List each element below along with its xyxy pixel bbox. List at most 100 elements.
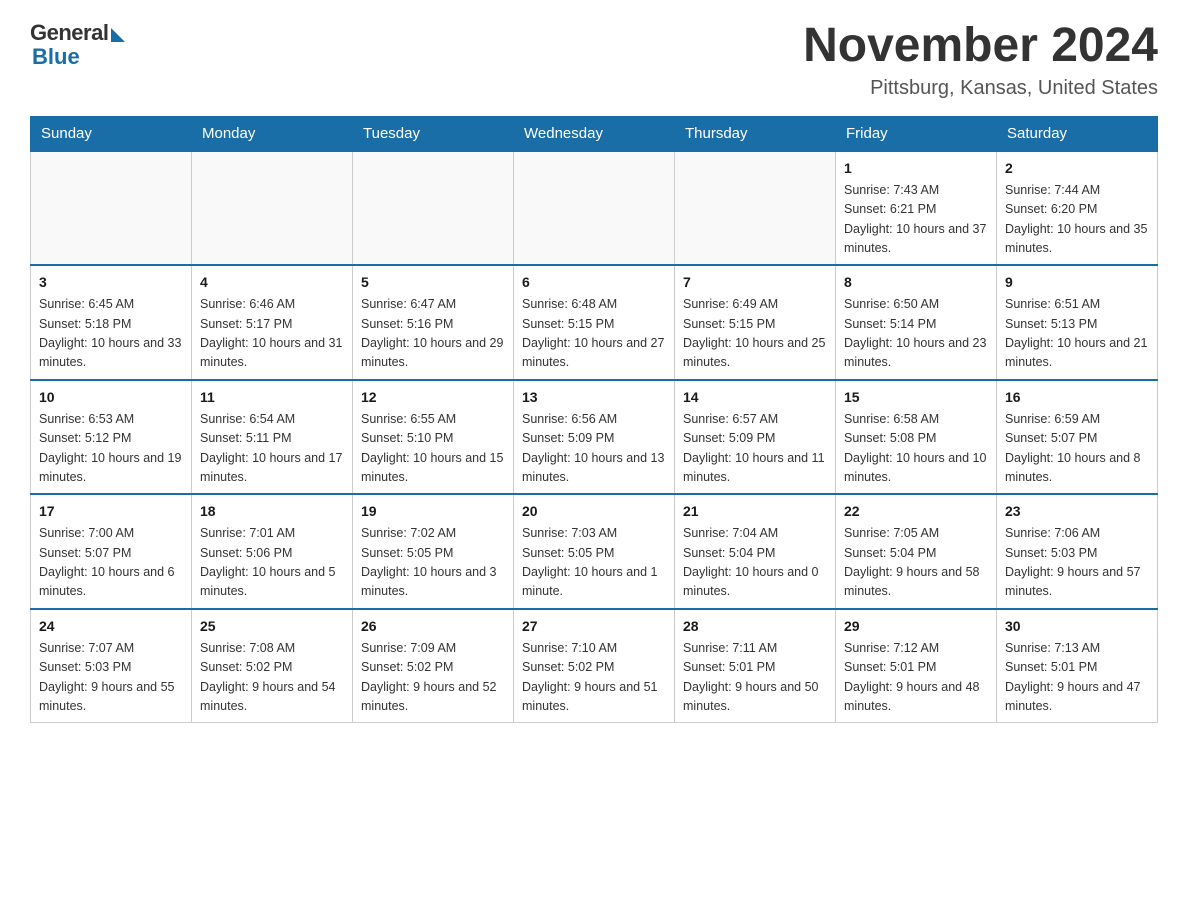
- day-info: Sunrise: 6:58 AM Sunset: 5:08 PM Dayligh…: [844, 410, 988, 488]
- day-number: 9: [1005, 272, 1149, 293]
- day-number: 1: [844, 158, 988, 179]
- day-info: Sunrise: 7:08 AM Sunset: 5:02 PM Dayligh…: [200, 639, 344, 717]
- day-of-week-header: Saturday: [997, 116, 1158, 151]
- calendar-cell: [353, 151, 514, 266]
- day-number: 19: [361, 501, 505, 522]
- day-of-week-header: Thursday: [675, 116, 836, 151]
- day-info: Sunrise: 6:45 AM Sunset: 5:18 PM Dayligh…: [39, 295, 183, 373]
- day-number: 17: [39, 501, 183, 522]
- calendar-cell: 22Sunrise: 7:05 AM Sunset: 5:04 PM Dayli…: [836, 494, 997, 609]
- day-of-week-header: Friday: [836, 116, 997, 151]
- calendar-cell: 18Sunrise: 7:01 AM Sunset: 5:06 PM Dayli…: [192, 494, 353, 609]
- day-info: Sunrise: 7:10 AM Sunset: 5:02 PM Dayligh…: [522, 639, 666, 717]
- calendar-week-row: 1Sunrise: 7:43 AM Sunset: 6:21 PM Daylig…: [31, 151, 1158, 266]
- day-info: Sunrise: 6:56 AM Sunset: 5:09 PM Dayligh…: [522, 410, 666, 488]
- day-of-week-header: Monday: [192, 116, 353, 151]
- calendar-cell: 15Sunrise: 6:58 AM Sunset: 5:08 PM Dayli…: [836, 380, 997, 495]
- calendar-cell: [675, 151, 836, 266]
- calendar-week-row: 10Sunrise: 6:53 AM Sunset: 5:12 PM Dayli…: [31, 380, 1158, 495]
- calendar-cell: 19Sunrise: 7:02 AM Sunset: 5:05 PM Dayli…: [353, 494, 514, 609]
- day-number: 11: [200, 387, 344, 408]
- day-info: Sunrise: 6:53 AM Sunset: 5:12 PM Dayligh…: [39, 410, 183, 488]
- day-number: 20: [522, 501, 666, 522]
- day-info: Sunrise: 6:59 AM Sunset: 5:07 PM Dayligh…: [1005, 410, 1149, 488]
- day-info: Sunrise: 7:00 AM Sunset: 5:07 PM Dayligh…: [39, 524, 183, 602]
- calendar-cell: 24Sunrise: 7:07 AM Sunset: 5:03 PM Dayli…: [31, 609, 192, 723]
- calendar-cell: [192, 151, 353, 266]
- calendar-cell: 10Sunrise: 6:53 AM Sunset: 5:12 PM Dayli…: [31, 380, 192, 495]
- day-info: Sunrise: 7:02 AM Sunset: 5:05 PM Dayligh…: [361, 524, 505, 602]
- calendar-cell: 16Sunrise: 6:59 AM Sunset: 5:07 PM Dayli…: [997, 380, 1158, 495]
- calendar-cell: 12Sunrise: 6:55 AM Sunset: 5:10 PM Dayli…: [353, 380, 514, 495]
- calendar-cell: 8Sunrise: 6:50 AM Sunset: 5:14 PM Daylig…: [836, 265, 997, 380]
- day-number: 15: [844, 387, 988, 408]
- day-number: 6: [522, 272, 666, 293]
- day-number: 16: [1005, 387, 1149, 408]
- days-of-week-row: SundayMondayTuesdayWednesdayThursdayFrid…: [31, 116, 1158, 151]
- day-number: 28: [683, 616, 827, 637]
- day-number: 2: [1005, 158, 1149, 179]
- day-number: 21: [683, 501, 827, 522]
- logo-general-text: General: [30, 20, 108, 46]
- day-info: Sunrise: 6:54 AM Sunset: 5:11 PM Dayligh…: [200, 410, 344, 488]
- day-info: Sunrise: 6:57 AM Sunset: 5:09 PM Dayligh…: [683, 410, 827, 488]
- day-info: Sunrise: 6:47 AM Sunset: 5:16 PM Dayligh…: [361, 295, 505, 373]
- calendar-body: 1Sunrise: 7:43 AM Sunset: 6:21 PM Daylig…: [31, 151, 1158, 723]
- day-number: 14: [683, 387, 827, 408]
- calendar-cell: 4Sunrise: 6:46 AM Sunset: 5:17 PM Daylig…: [192, 265, 353, 380]
- day-info: Sunrise: 7:06 AM Sunset: 5:03 PM Dayligh…: [1005, 524, 1149, 602]
- day-info: Sunrise: 6:49 AM Sunset: 5:15 PM Dayligh…: [683, 295, 827, 373]
- day-number: 23: [1005, 501, 1149, 522]
- calendar-cell: 17Sunrise: 7:00 AM Sunset: 5:07 PM Dayli…: [31, 494, 192, 609]
- day-number: 29: [844, 616, 988, 637]
- day-info: Sunrise: 7:07 AM Sunset: 5:03 PM Dayligh…: [39, 639, 183, 717]
- calendar-cell: 26Sunrise: 7:09 AM Sunset: 5:02 PM Dayli…: [353, 609, 514, 723]
- day-number: 27: [522, 616, 666, 637]
- day-info: Sunrise: 7:09 AM Sunset: 5:02 PM Dayligh…: [361, 639, 505, 717]
- logo-triangle-icon: [111, 28, 125, 42]
- calendar-cell: 7Sunrise: 6:49 AM Sunset: 5:15 PM Daylig…: [675, 265, 836, 380]
- day-number: 26: [361, 616, 505, 637]
- calendar-cell: 5Sunrise: 6:47 AM Sunset: 5:16 PM Daylig…: [353, 265, 514, 380]
- calendar-week-row: 17Sunrise: 7:00 AM Sunset: 5:07 PM Dayli…: [31, 494, 1158, 609]
- calendar-cell: 2Sunrise: 7:44 AM Sunset: 6:20 PM Daylig…: [997, 151, 1158, 266]
- day-number: 24: [39, 616, 183, 637]
- day-number: 5: [361, 272, 505, 293]
- calendar-cell: 6Sunrise: 6:48 AM Sunset: 5:15 PM Daylig…: [514, 265, 675, 380]
- calendar-cell: 1Sunrise: 7:43 AM Sunset: 6:21 PM Daylig…: [836, 151, 997, 266]
- calendar-cell: 20Sunrise: 7:03 AM Sunset: 5:05 PM Dayli…: [514, 494, 675, 609]
- day-number: 8: [844, 272, 988, 293]
- day-info: Sunrise: 7:13 AM Sunset: 5:01 PM Dayligh…: [1005, 639, 1149, 717]
- day-number: 4: [200, 272, 344, 293]
- title-section: November 2024 Pittsburg, Kansas, United …: [803, 20, 1158, 100]
- calendar-cell: 27Sunrise: 7:10 AM Sunset: 5:02 PM Dayli…: [514, 609, 675, 723]
- calendar-header: SundayMondayTuesdayWednesdayThursdayFrid…: [31, 116, 1158, 151]
- day-number: 3: [39, 272, 183, 293]
- day-info: Sunrise: 6:51 AM Sunset: 5:13 PM Dayligh…: [1005, 295, 1149, 373]
- calendar-cell: 29Sunrise: 7:12 AM Sunset: 5:01 PM Dayli…: [836, 609, 997, 723]
- day-number: 12: [361, 387, 505, 408]
- calendar-cell: [31, 151, 192, 266]
- day-info: Sunrise: 6:50 AM Sunset: 5:14 PM Dayligh…: [844, 295, 988, 373]
- day-info: Sunrise: 7:03 AM Sunset: 5:05 PM Dayligh…: [522, 524, 666, 602]
- day-info: Sunrise: 7:12 AM Sunset: 5:01 PM Dayligh…: [844, 639, 988, 717]
- logo-blue-text: Blue: [30, 44, 80, 70]
- day-info: Sunrise: 7:05 AM Sunset: 5:04 PM Dayligh…: [844, 524, 988, 602]
- location-text: Pittsburg, Kansas, United States: [803, 77, 1158, 100]
- calendar-cell: 21Sunrise: 7:04 AM Sunset: 5:04 PM Dayli…: [675, 494, 836, 609]
- calendar-cell: 3Sunrise: 6:45 AM Sunset: 5:18 PM Daylig…: [31, 265, 192, 380]
- day-number: 13: [522, 387, 666, 408]
- calendar-cell: 11Sunrise: 6:54 AM Sunset: 5:11 PM Dayli…: [192, 380, 353, 495]
- day-number: 25: [200, 616, 344, 637]
- calendar-week-row: 3Sunrise: 6:45 AM Sunset: 5:18 PM Daylig…: [31, 265, 1158, 380]
- day-info: Sunrise: 7:01 AM Sunset: 5:06 PM Dayligh…: [200, 524, 344, 602]
- day-info: Sunrise: 6:46 AM Sunset: 5:17 PM Dayligh…: [200, 295, 344, 373]
- calendar-cell: 13Sunrise: 6:56 AM Sunset: 5:09 PM Dayli…: [514, 380, 675, 495]
- calendar-cell: 30Sunrise: 7:13 AM Sunset: 5:01 PM Dayli…: [997, 609, 1158, 723]
- day-of-week-header: Wednesday: [514, 116, 675, 151]
- day-info: Sunrise: 6:48 AM Sunset: 5:15 PM Dayligh…: [522, 295, 666, 373]
- logo: General Blue: [30, 20, 125, 70]
- day-info: Sunrise: 7:44 AM Sunset: 6:20 PM Dayligh…: [1005, 181, 1149, 259]
- day-number: 7: [683, 272, 827, 293]
- page-header: General Blue November 2024 Pittsburg, Ka…: [30, 20, 1158, 100]
